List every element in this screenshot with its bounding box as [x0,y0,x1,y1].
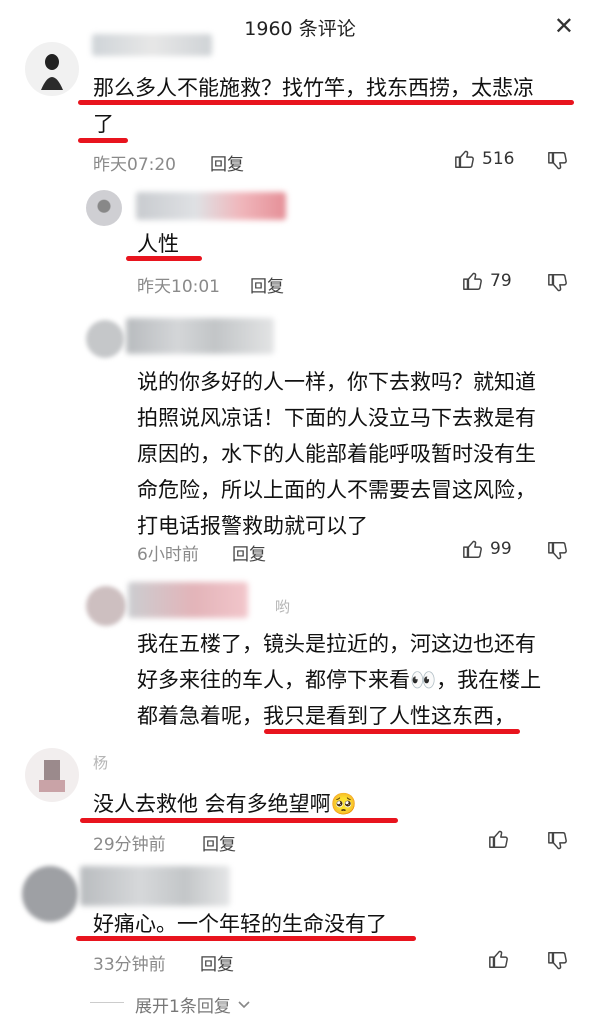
comment-time: 33分钟前 [93,955,166,975]
expand-replies-button[interactable]: 展开1条回复 [135,992,251,1017]
like-button[interactable]: 79 [462,270,512,292]
username-redacted [80,866,230,906]
red-underline [76,936,416,941]
thumbs-down-icon [548,152,567,170]
red-underline [126,256,202,261]
dislike-button[interactable] [547,150,569,172]
username-fragment: 杨 [93,754,109,772]
username-fragment: 哟 [275,598,291,616]
username-redacted [92,34,212,56]
divider [90,1002,124,1003]
thumbs-down-icon [548,832,567,850]
dislike-button[interactable] [547,830,569,852]
comment-time: 昨天07:20 [93,155,176,175]
reply-button[interactable]: 回复 [210,150,244,175]
username-redacted [136,192,286,220]
like-button[interactable] [488,828,510,850]
like-count: 516 [482,149,515,169]
red-underline [78,100,574,105]
thumbs-down-icon [548,542,567,560]
thumbs-down-icon [548,274,567,292]
avatar-figure-icon [39,760,65,792]
thumbs-up-icon [463,272,482,290]
dislike-button[interactable] [547,950,569,972]
comment-time: 29分钟前 [93,835,166,855]
like-button[interactable]: 516 [454,148,514,170]
comment-count-title: 1960 条评论 [244,18,356,40]
comments-header: 1960 条评论 ✕ [0,0,600,58]
avatar[interactable] [86,320,124,358]
avatar[interactable] [86,586,126,626]
expand-replies-label: 展开1条回复 [135,997,231,1017]
reply-button[interactable]: 回复 [202,830,236,855]
comment-text: 那么多人不能施救？找竹竿，找东西捞，太悲凉 了 [93,76,534,136]
username-redacted [128,582,248,618]
red-underline [264,729,520,734]
dislike-button[interactable] [547,540,569,562]
thumbs-up-icon [489,830,508,848]
reply-button[interactable]: 回复 [200,950,234,975]
comment-text: 没人去救他 会有多绝望啊🥺 [93,792,357,816]
avatar-figure-icon [41,54,63,90]
avatar[interactable] [25,748,79,802]
like-count: 99 [490,539,512,559]
comment-text: 说的你多好的人一样，你下去救吗？就知道 拍照说风凉话！下面的人没立马下去救是有 … [137,370,536,538]
like-button[interactable]: 99 [462,538,512,560]
dislike-button[interactable] [547,272,569,294]
thumbs-up-icon [455,150,474,168]
like-count: 79 [490,271,512,291]
comment-text: 我在五楼了，镜头是拉近的，河这边也还有 好多来往的车人，都停下来看👀，我在楼上 … [137,632,542,728]
close-icon[interactable]: ✕ [554,14,574,38]
reply-button[interactable]: 回复 [250,272,284,297]
username-redacted [126,318,274,354]
thumbs-up-icon [489,950,508,968]
red-underline [78,138,128,143]
reply-button[interactable]: 回复 [232,540,266,565]
thumbs-up-icon [463,540,482,558]
chevron-down-icon [238,1000,250,1008]
avatar[interactable] [86,190,122,226]
avatar[interactable] [25,42,79,96]
thumbs-down-icon [548,952,567,970]
avatar[interactable] [22,866,78,922]
comment-time: 6小时前 [137,545,199,565]
comment-time: 昨天10:01 [137,277,220,297]
red-underline [80,818,398,823]
like-button[interactable] [488,948,510,970]
